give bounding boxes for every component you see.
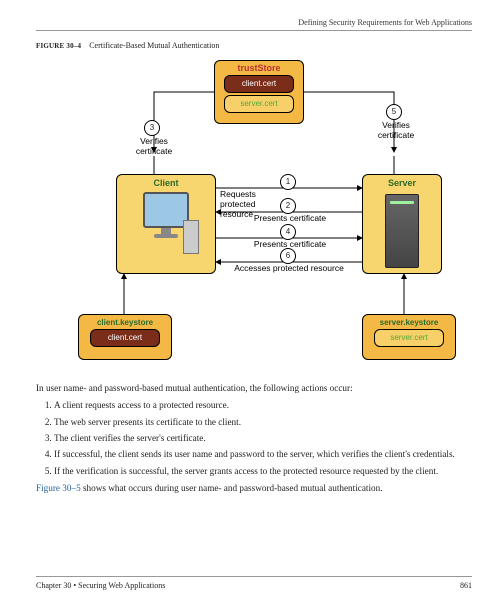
server-keystore-cert: server.cert [374,329,444,347]
client-keystore-title: client.keystore [79,318,171,327]
list-item: The client verifies the server's certifi… [54,432,472,445]
step-label-2: Presents certificate [230,213,350,223]
step-circle-3: 3 [144,120,160,136]
server-keystore-title: server.keystore [363,318,455,327]
truststore-box: trustStore client.cert server.cert [214,60,304,124]
client-keystore-cert: client.cert [90,329,160,347]
diagram: trustStore client.cert server.cert Clien… [44,56,464,376]
figure-caption-row: FIGURE 30–4 Certificate-Based Mutual Aut… [36,41,472,50]
footer-page-number: 861 [460,581,472,590]
truststore-client-cert: client.cert [224,75,294,93]
step-circle-6: 6 [280,248,296,264]
computer-icon [139,192,193,254]
client-box: Client [116,174,216,274]
list-item: A client requests access to a protected … [54,399,472,412]
steps-list: A client requests access to a protected … [36,399,472,478]
link-paragraph: Figure 30–5 shows what occurs during use… [36,482,472,495]
server-box: Server [362,174,442,274]
verify-left-label: Verifies certificate [128,136,180,156]
step-circle-1: 1 [280,174,296,190]
server-title: Server [363,175,441,188]
client-keystore-box: client.keystore client.cert [78,314,172,360]
footer-chapter: Chapter 30 • Securing Web Applications [36,581,165,590]
truststore-title: trustStore [215,63,303,73]
client-title: Client [117,175,215,188]
figure-link[interactable]: Figure 30–5 [36,483,81,493]
step-circle-5: 5 [386,104,402,120]
list-item: If successful, the client sends its user… [54,448,472,461]
link-rest: shows what occurs during user name- and … [81,483,383,493]
intro-paragraph: In user name- and password-based mutual … [36,382,472,395]
step-label-4: Presents certificate [230,239,350,249]
step-circle-2: 2 [280,198,296,214]
list-item: If the verification is successful, the s… [54,465,472,478]
verify-right-label: Verifies certificate [370,120,422,140]
step-label-6: Accesses protected resource [224,263,354,273]
server-icon [385,194,419,268]
step-circle-4: 4 [280,224,296,240]
server-keystore-box: server.keystore server.cert [362,314,456,360]
list-item: The web server presents its certificate … [54,416,472,429]
truststore-server-cert: server.cert [224,95,294,113]
figure-caption: Certificate-Based Mutual Authentication [89,41,219,50]
figure-label: FIGURE 30–4 [36,42,81,50]
running-head: Defining Security Requirements for Web A… [36,18,472,31]
